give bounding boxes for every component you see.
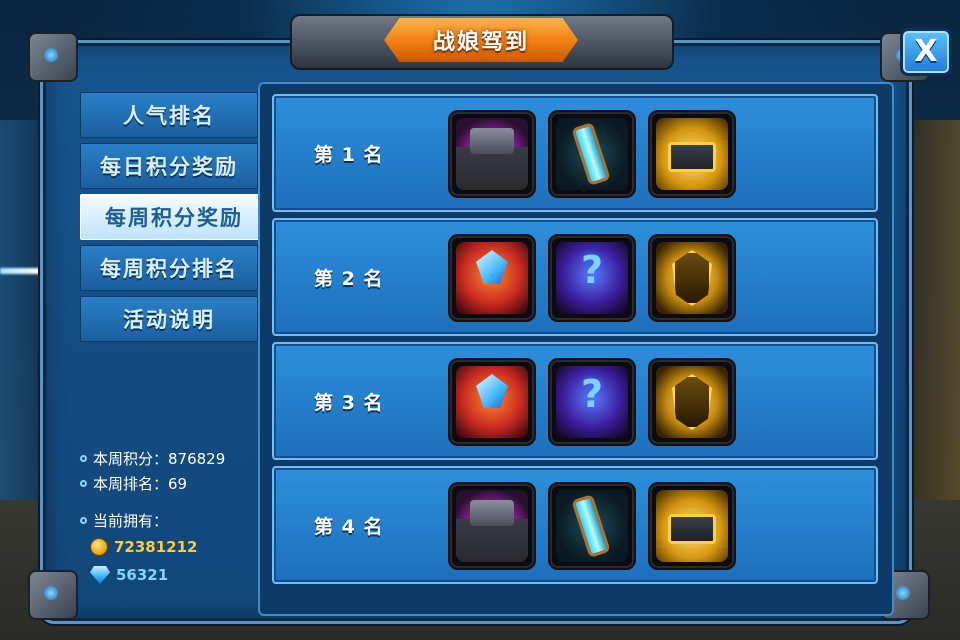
- rank-label: 第 3 名: [314, 391, 384, 414]
- reward-item-energy-tube[interactable]: [548, 110, 636, 198]
- reward-item-energy-tube[interactable]: [548, 482, 636, 570]
- reward-item-gold-armor[interactable]: [648, 358, 736, 446]
- gold-armor-icon: [656, 242, 728, 314]
- gold-chest-icon: [656, 490, 728, 562]
- rank-label: 第 4 名: [314, 515, 384, 538]
- rank-label: 第 2 名: [314, 267, 384, 290]
- gold-coin-icon: [90, 538, 108, 556]
- energy-tube-icon: [556, 118, 628, 190]
- weekly-rank-row: 本周排名：69: [80, 471, 260, 496]
- reward-item-mystery-box[interactable]: [548, 234, 636, 322]
- close-icon: X: [914, 34, 938, 69]
- reward-panel: 第 1 名 第 2 名 第 3 名 第 4 名: [258, 82, 894, 616]
- reward-item-gold-chest[interactable]: [648, 110, 736, 198]
- reward-row-4: 第 4 名: [272, 466, 878, 584]
- purple-crate-icon: [456, 490, 528, 562]
- crystal-box-icon: [456, 366, 528, 438]
- reward-item-purple-crate[interactable]: [448, 110, 536, 198]
- bullet-icon: [80, 480, 87, 487]
- reward-item-purple-crate[interactable]: [448, 482, 536, 570]
- energy-tube-icon: [556, 490, 628, 562]
- reward-item-gold-armor[interactable]: [648, 234, 736, 322]
- tab-popularity-ranking[interactable]: 人气排名: [80, 92, 258, 138]
- crystal-box-icon: [456, 242, 528, 314]
- mystery-box-icon: [556, 366, 628, 438]
- weekly-points-text: 本周积分：876829: [93, 450, 226, 468]
- reward-row-1: 第 1 名: [272, 94, 878, 212]
- owned-label-row: 当前拥有：: [80, 508, 260, 533]
- tab-weekly-points-ranking[interactable]: 每周积分排名: [80, 245, 258, 291]
- gold-chest-icon: [656, 118, 728, 190]
- title-banner: 战娘驾到: [384, 18, 578, 62]
- diamond-row: 56321: [80, 561, 260, 589]
- gold-row: 72381212: [80, 533, 260, 561]
- rank-label: 第 1 名: [314, 143, 384, 166]
- gold-armor-icon: [656, 366, 728, 438]
- reward-item-mystery-box[interactable]: [548, 358, 636, 446]
- gold-amount: 72381212: [114, 538, 198, 556]
- frame-corner-bottom-left: [28, 570, 78, 620]
- purple-crate-icon: [456, 118, 528, 190]
- weekly-rank-text: 本周排名：69: [93, 475, 188, 493]
- player-info: 本周积分：876829 本周排名：69 当前拥有： 72381212 56321: [80, 446, 260, 589]
- mystery-box-icon: [556, 242, 628, 314]
- reward-item-gold-chest[interactable]: [648, 482, 736, 570]
- tab-daily-points-reward[interactable]: 每日积分奖励: [80, 143, 258, 189]
- reward-item-crystal-box[interactable]: [448, 358, 536, 446]
- owned-label: 当前拥有：: [93, 512, 169, 530]
- diamond-icon: [90, 566, 110, 584]
- tab-event-description[interactable]: 活动说明: [80, 296, 258, 342]
- bullet-icon: [80, 517, 87, 524]
- bullet-icon: [80, 455, 87, 462]
- window-title: 战娘驾到: [432, 30, 529, 55]
- weekly-points-row: 本周积分：876829: [80, 446, 260, 471]
- close-button[interactable]: X: [900, 28, 952, 76]
- reward-row-2: 第 2 名: [272, 218, 878, 336]
- diamond-amount: 56321: [116, 566, 169, 584]
- frame-corner-top-left: [28, 32, 78, 82]
- tab-list: 人气排名 每日积分奖励 每周积分奖励 每周积分排名 活动说明: [80, 92, 268, 347]
- reward-item-crystal-box[interactable]: [448, 234, 536, 322]
- tab-weekly-points-reward[interactable]: 每周积分奖励: [80, 194, 268, 240]
- reward-row-3: 第 3 名: [272, 342, 878, 460]
